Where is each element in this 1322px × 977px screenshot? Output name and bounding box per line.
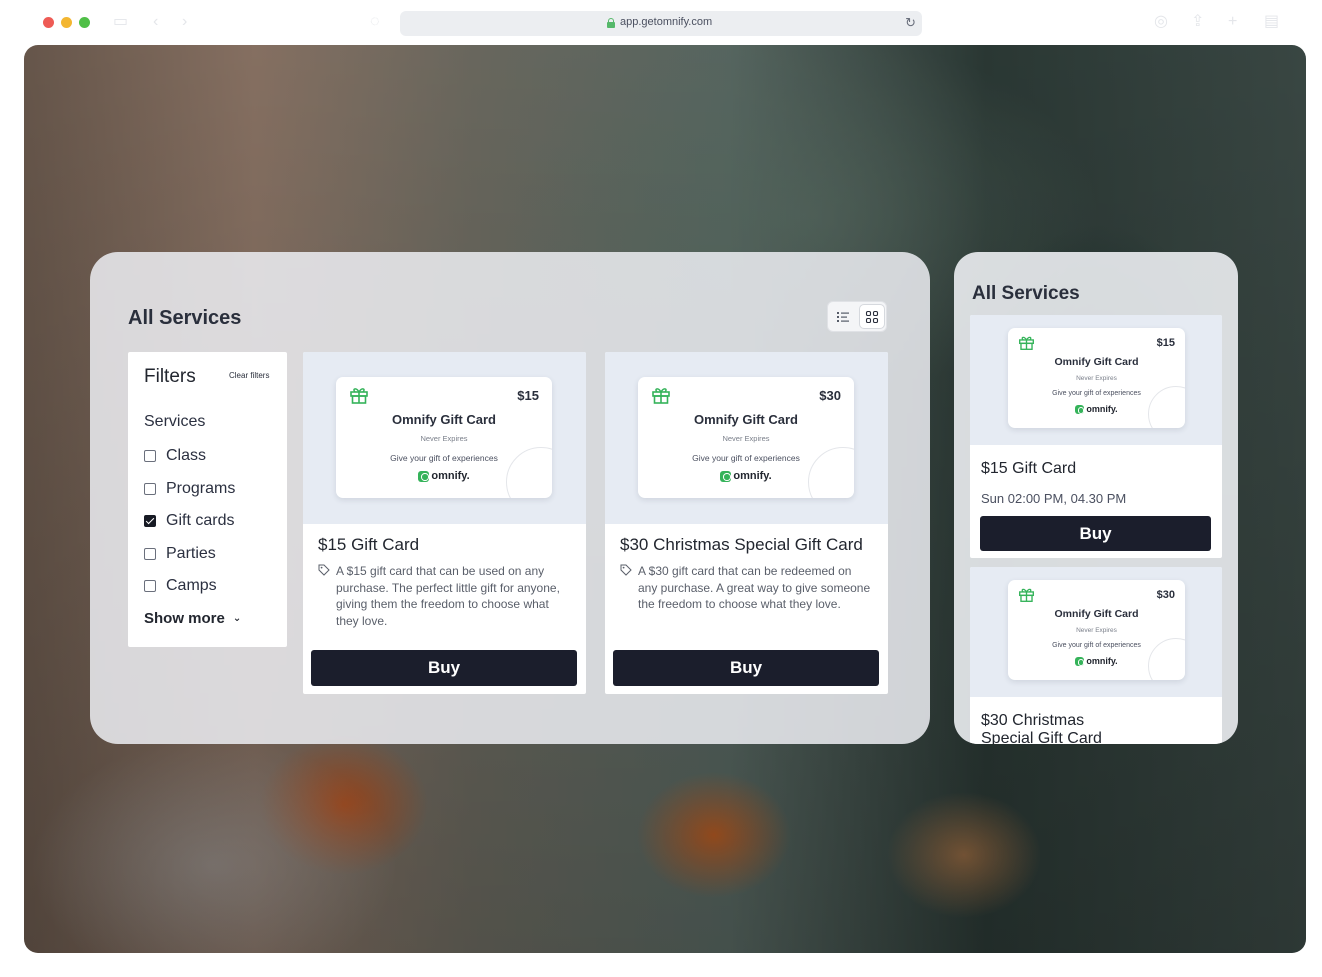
view-toggle xyxy=(827,301,887,332)
gift-icon xyxy=(1019,588,1034,602)
lock-icon xyxy=(607,18,615,28)
mobile-services-panel: All Services $15 Omnify Gift Card Never … xyxy=(954,252,1238,744)
omnify-logo-icon xyxy=(418,470,430,482)
services-filter-heading: Services xyxy=(144,413,206,430)
url-text: app.getomnify.com xyxy=(620,16,713,28)
card-description: A $30 gift card that can be redeemed on … xyxy=(638,564,871,611)
page-title: All Services xyxy=(128,307,242,329)
gift-card-expiry: Never Expires xyxy=(420,434,468,443)
filter-option-label: Parties xyxy=(166,545,216,562)
forward-arrow-icon[interactable]: › xyxy=(182,14,187,30)
browser-toolbar: ▭ ‹ › ◌ app.getomnify.com ↻ ◎ ⇪ + ▤ xyxy=(0,0,1322,45)
gift-card-graphic: $15 Omnify Gift Card Never Expires Give … xyxy=(336,377,552,498)
download-icon[interactable]: ◎ xyxy=(1154,14,1168,30)
share-icon[interactable]: ⇪ xyxy=(1191,14,1204,30)
checkbox[interactable] xyxy=(144,483,156,495)
tag-icon xyxy=(318,564,330,576)
filters-panel: Filters Clear filters Services Class Pro… xyxy=(128,352,287,647)
gift-icon xyxy=(1019,336,1034,350)
filter-option-label: Programs xyxy=(166,480,236,497)
buy-button[interactable]: Buy xyxy=(613,650,879,686)
minimize-window-button[interactable] xyxy=(61,17,72,28)
close-window-button[interactable] xyxy=(43,17,54,28)
card-image: $30 Omnify Gift Card Never Expires Give … xyxy=(605,352,888,524)
gift-card-name: Omnify Gift Card xyxy=(1054,608,1139,620)
checkbox[interactable] xyxy=(144,580,156,592)
buy-button[interactable]: Buy xyxy=(311,650,577,686)
omnify-logo-icon xyxy=(1075,405,1085,415)
filter-option-parties[interactable]: Parties xyxy=(144,545,274,565)
gift-card-name: Omnify Gift Card xyxy=(391,412,496,427)
checkbox-checked[interactable] xyxy=(144,515,156,527)
gift-card-expiry: Never Expires xyxy=(1076,375,1117,382)
mobile-service-card[interactable]: $30 Omnify Gift Card Never Expires Give … xyxy=(970,567,1222,744)
tag-icon xyxy=(620,564,632,576)
omnify-logo-icon xyxy=(720,470,732,482)
address-bar[interactable]: app.getomnify.com ↻ xyxy=(400,11,922,36)
filter-option-label: Camps xyxy=(166,577,217,594)
gift-card-price: $15 xyxy=(1156,337,1175,349)
services-panel: All Services Filters Clear filters Servi… xyxy=(90,252,930,744)
gift-card-graphic: $30 Omnify Gift Card Never Expires Give … xyxy=(1008,580,1185,680)
brand-wordmark: omnify. xyxy=(1086,656,1118,666)
card-schedule: Sun 02:00 PM, 04.30 PM xyxy=(981,491,1127,506)
grid-view-button[interactable] xyxy=(859,304,885,329)
new-tab-icon[interactable]: + xyxy=(1228,14,1237,30)
maximize-window-button[interactable] xyxy=(79,17,90,28)
show-more-button[interactable]: Show more ⌄ xyxy=(144,610,241,627)
filter-option-programs[interactable]: Programs xyxy=(144,480,274,500)
chevron-down-icon: ⌄ xyxy=(232,613,242,624)
card-title: $30 Christmas Special Gift Card xyxy=(981,712,1102,744)
filter-option-label: Class xyxy=(166,447,207,464)
gift-icon xyxy=(350,388,368,404)
card-title: $15 Gift Card xyxy=(318,535,420,554)
gift-card-name: Omnify Gift Card xyxy=(693,412,798,427)
checkbox[interactable] xyxy=(144,548,156,560)
buy-button[interactable]: Buy xyxy=(980,516,1211,551)
tab-overview-icon[interactable]: ▤ xyxy=(1264,14,1279,30)
back-arrow-icon[interactable]: ‹ xyxy=(153,14,158,30)
reload-icon[interactable]: ↻ xyxy=(905,15,916,31)
filter-option-gift-cards[interactable]: Gift cards xyxy=(144,512,274,532)
list-view-icon[interactable] xyxy=(836,310,850,324)
service-card[interactable]: $30 Omnify Gift Card Never Expires Give … xyxy=(605,352,888,694)
clear-filters-link[interactable]: Clear filters xyxy=(229,371,269,380)
brand-wordmark: omnify. xyxy=(431,470,470,482)
card-title: $15 Gift Card xyxy=(981,460,1077,477)
gift-card-graphic: $30 Omnify Gift Card Never Expires Give … xyxy=(638,377,854,498)
mobile-page-title: All Services xyxy=(972,283,1080,304)
gift-card-expiry: Never Expires xyxy=(722,434,770,443)
card-description: A $15 gift card that can be used on any … xyxy=(336,564,560,628)
service-card[interactable]: $15 Omnify Gift Card Never Expires Give … xyxy=(303,352,586,694)
gift-icon xyxy=(652,388,670,404)
shield-icon[interactable]: ◌ xyxy=(370,14,380,30)
card-image: $30 Omnify Gift Card Never Expires Give … xyxy=(970,567,1222,697)
sidebar-toggle-icon[interactable]: ▭ xyxy=(113,14,128,30)
card-image: $15 Omnify Gift Card Never Expires Give … xyxy=(970,315,1222,445)
brand-wordmark: omnify. xyxy=(1086,404,1118,414)
omnify-logo-icon xyxy=(1075,657,1085,667)
mobile-service-card[interactable]: $15 Omnify Gift Card Never Expires Give … xyxy=(970,315,1222,558)
card-title: $30 Christmas Special Gift Card xyxy=(620,535,863,554)
gift-card-price: $30 xyxy=(819,388,841,403)
gift-card-name: Omnify Gift Card xyxy=(1054,356,1139,368)
filter-option-label: Gift cards xyxy=(166,512,235,529)
filter-option-camps[interactable]: Camps xyxy=(144,577,274,597)
grid-view-icon xyxy=(865,310,879,324)
filters-title: Filters xyxy=(144,366,196,387)
gift-card-graphic: $15 Omnify Gift Card Never Expires Give … xyxy=(1008,328,1185,428)
checkbox[interactable] xyxy=(144,450,156,462)
card-image: $15 Omnify Gift Card Never Expires Give … xyxy=(303,352,586,524)
gift-card-expiry: Never Expires xyxy=(1076,627,1117,634)
gift-card-price: $30 xyxy=(1156,589,1175,601)
show-more-label: Show more xyxy=(144,610,225,627)
brand-wordmark: omnify. xyxy=(733,470,772,482)
filter-option-class[interactable]: Class xyxy=(144,447,274,467)
gift-card-price: $15 xyxy=(517,388,539,403)
